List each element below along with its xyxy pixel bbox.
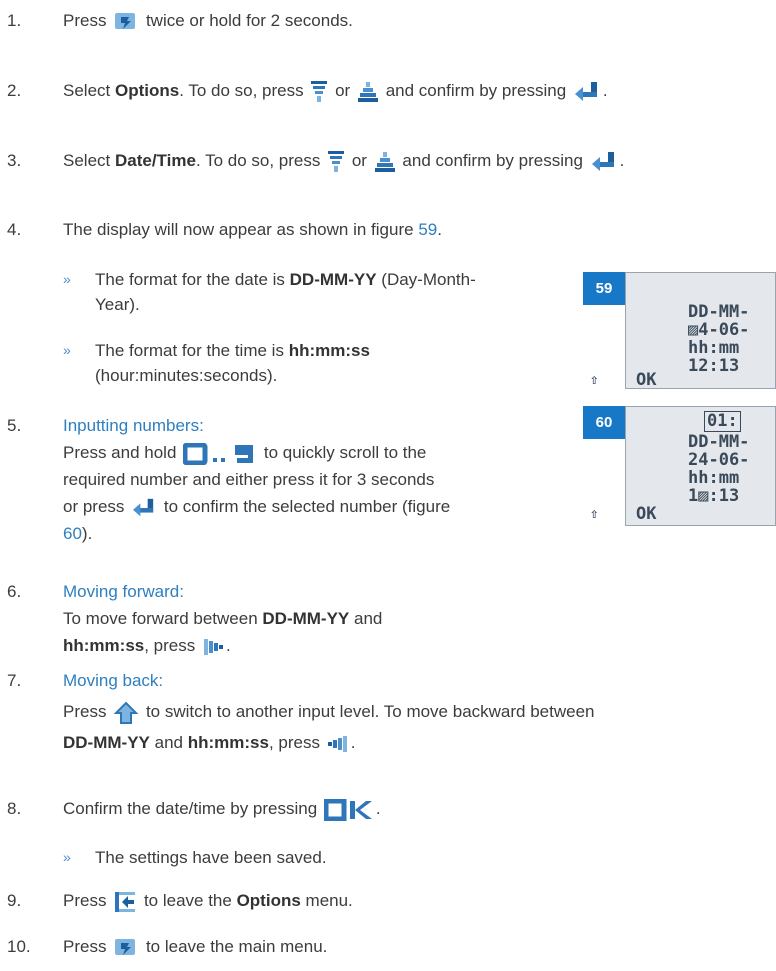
step-number: 9. [7, 891, 22, 910]
figure-60: 60 01: DD-MM- 24-06- hh:mm 1▨:13 ⇧ OK [583, 406, 776, 526]
bullet-time-format: » The format for the time is hh:mm:ss (h… [63, 341, 370, 385]
step-number: 8. [7, 799, 22, 818]
figure-link[interactable]: 60 [63, 524, 82, 543]
menu-key-icon [113, 937, 139, 959]
lcd-display: DD-MM- ▨4-06- hh:mm 12:13 ⇧ OK [590, 272, 776, 390]
step-number: 10. [7, 937, 31, 956]
enter-key-icon [131, 497, 157, 519]
level-up-key-icon [113, 701, 139, 725]
step-number: 2. [7, 81, 22, 100]
figure-59: 59 DD-MM- ▨4-06- hh:mm 12:13 ⇧ OK [583, 272, 776, 390]
bold-term: Date/Time [114, 151, 196, 170]
bullet-date-format: » The format for the date is DD-MM-YY (D… [63, 270, 476, 314]
up-arrow-key-icon [374, 150, 396, 174]
exit-menu-key-icon [113, 890, 137, 914]
step-text: twice or hold for 2 seconds. [145, 11, 353, 30]
step-heading: Moving back: [63, 671, 164, 690]
step-number: 5. [7, 416, 22, 435]
step-heading: Inputting numbers: [63, 416, 204, 435]
step-number: 7. [7, 671, 22, 690]
step-heading: Moving forward: [63, 582, 184, 601]
up-arrow-icon: ⇧ [590, 506, 599, 522]
step-number: 1. [7, 11, 22, 30]
step-number: 4. [7, 220, 22, 239]
down-arrow-key-icon [327, 150, 345, 174]
up-arrow-icon: ⇧ [590, 372, 599, 388]
bold-term: Options [114, 81, 180, 100]
ok-key-icon [323, 798, 374, 821]
down-arrow-key-icon [310, 80, 328, 104]
enter-key-icon [590, 150, 618, 174]
menu-key-icon [113, 11, 139, 33]
step-text: Press [63, 11, 107, 30]
digit-keys-icon [183, 442, 257, 465]
right-arrow-key-icon [202, 637, 224, 657]
figure-number: 60 [583, 406, 625, 439]
left-arrow-key-icon [327, 734, 349, 754]
figure-number: 59 [583, 272, 625, 305]
enter-key-icon [573, 80, 601, 104]
step-number: 6. [7, 582, 22, 601]
figure-link[interactable]: 59 [418, 220, 437, 239]
bullet-saved: » The settings have been saved. [63, 848, 327, 867]
up-arrow-key-icon [357, 80, 379, 104]
step-number: 3. [7, 151, 22, 170]
lcd-display: 01: DD-MM- 24-06- hh:mm 1▨:13 ⇧ OK [590, 406, 776, 526]
